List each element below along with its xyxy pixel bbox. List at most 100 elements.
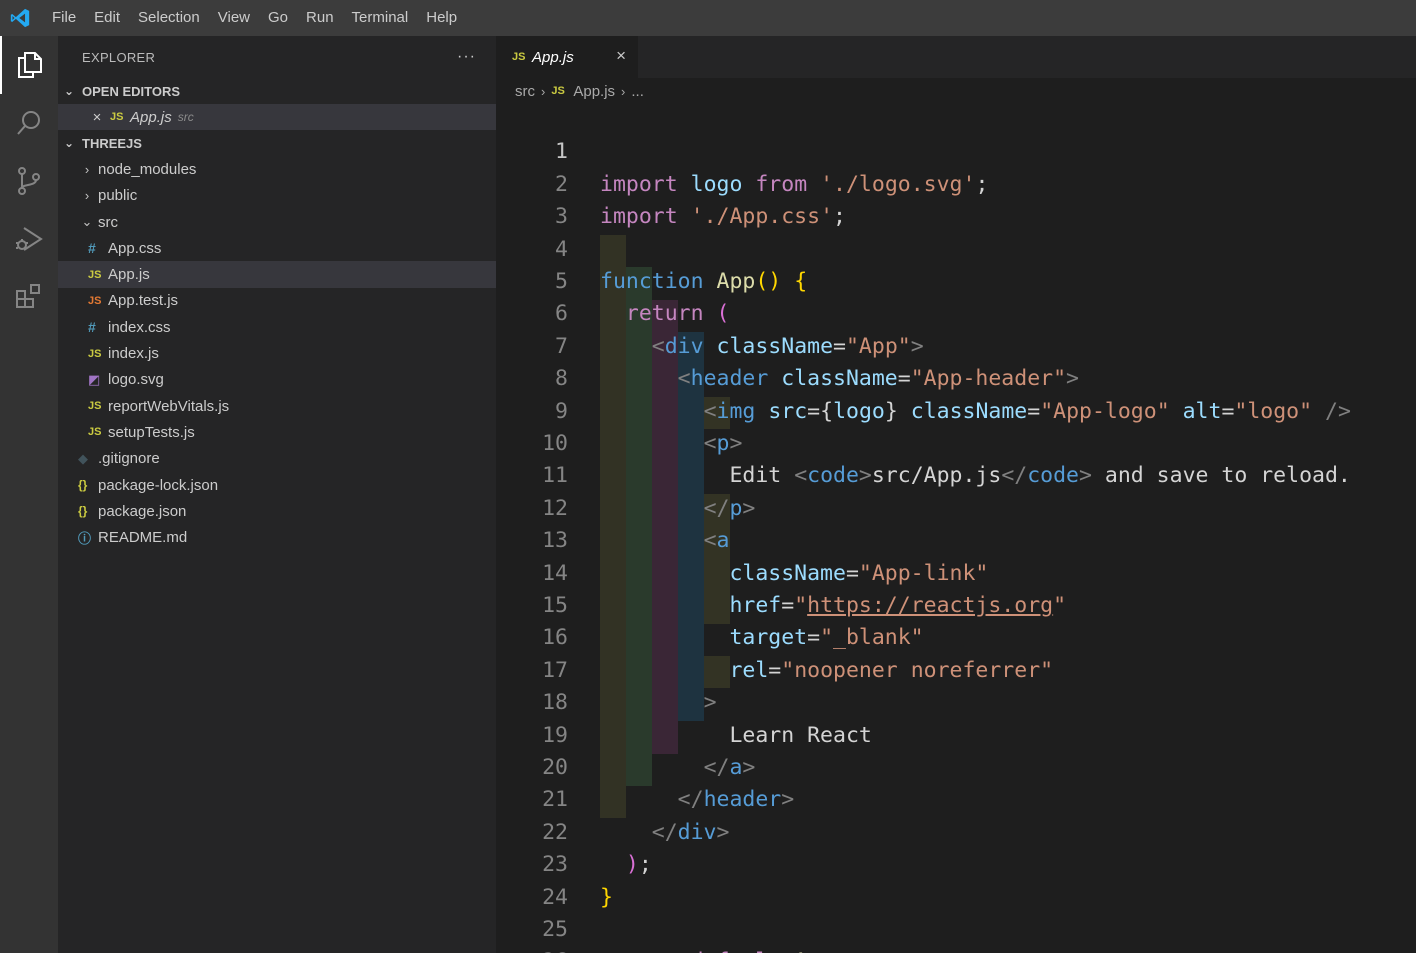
vscode-logo-icon xyxy=(0,0,40,36)
open-editor-item[interactable]: × JS App.js src xyxy=(58,104,496,131)
more-actions-icon[interactable]: ··· xyxy=(457,48,476,66)
tree-item-logo-svg[interactable]: ◩ logo.svg xyxy=(58,367,496,393)
close-icon[interactable]: × xyxy=(616,46,626,66)
tree-item-label: App.css xyxy=(108,239,162,257)
title-bar: File Edit Selection View Go Run Terminal… xyxy=(0,0,1416,36)
search-icon[interactable] xyxy=(0,94,58,152)
tree-item-gitignore[interactable]: ◆ .gitignore xyxy=(58,446,496,472)
tree-item-label: README.md xyxy=(98,529,188,547)
code-line: 22 ); xyxy=(496,784,1416,877)
tree-item-app-test-js[interactable]: JS App.test.js xyxy=(58,288,496,314)
tree-item-report-web-vitals[interactable]: JS reportWebVitals.js xyxy=(58,393,496,419)
json-file-icon: {} xyxy=(78,504,88,519)
menu-bar: File Edit Selection View Go Run Terminal… xyxy=(40,0,466,36)
tree-item-readme[interactable]: ⓘ README.md xyxy=(58,524,496,550)
chevron-right-icon: › xyxy=(84,161,90,177)
menu-view[interactable]: View xyxy=(209,0,259,36)
open-editor-filename: App.js xyxy=(130,108,172,126)
code-line: 8 <img src={logo} className="App-logo" a… xyxy=(496,331,1416,423)
breadcrumb-folder[interactable]: src xyxy=(515,83,535,100)
code-line: 9 <p> xyxy=(496,363,1416,456)
tree-item-label: package-lock.json xyxy=(98,476,219,494)
code-line: 6 <div className="App"> xyxy=(496,266,1416,358)
js-file-icon: JS xyxy=(88,400,102,413)
tree-item-index-js[interactable]: JS index.js xyxy=(58,340,496,366)
code-line: 15 target="_blank" xyxy=(496,558,1416,650)
breadcrumb-symbol[interactable]: ... xyxy=(631,83,644,100)
code-line: 10 Edit <code>src/App.js</code> and save… xyxy=(496,396,1416,488)
tree-item-label: index.css xyxy=(108,318,171,336)
tab-app-js[interactable]: JS App.js × xyxy=(496,36,638,78)
code-line: 19 </a> xyxy=(496,687,1416,780)
tab-label: App.js xyxy=(532,48,574,66)
close-icon[interactable]: × xyxy=(84,109,110,126)
tree-item-label: index.js xyxy=(108,345,159,363)
project-label: THREEJS xyxy=(82,135,142,151)
menu-go[interactable]: Go xyxy=(259,0,297,36)
tree-item-label: App.js xyxy=(108,266,150,284)
breadcrumb-separator: › xyxy=(621,83,626,99)
source-control-icon[interactable] xyxy=(0,152,58,210)
code-line: 4 function App() { xyxy=(496,201,1416,294)
project-section[interactable]: ⌄ THREEJS xyxy=(58,130,496,156)
code-line: 3 xyxy=(496,169,1416,229)
tree-item-package-lock[interactable]: {} package-lock.json xyxy=(58,472,496,498)
code-line: 7 <header className="App-header"> xyxy=(496,298,1416,391)
json-file-icon: {} xyxy=(78,478,88,492)
code-line: 24 xyxy=(496,849,1416,910)
code-line: 14 href="https://reactjs.org" xyxy=(496,525,1416,618)
explorer-sidebar: EXPLORER ··· ⌄ OPEN EDITORS × JS App.js … xyxy=(58,36,496,953)
menu-edit[interactable]: Edit xyxy=(85,0,129,36)
chevron-down-icon: ⌄ xyxy=(81,214,93,230)
menu-run[interactable]: Run xyxy=(297,0,343,36)
tree-item-app-css[interactable]: # App.css xyxy=(58,235,496,261)
tree-item-label: reportWebVitals.js xyxy=(108,397,230,415)
menu-terminal[interactable]: Terminal xyxy=(343,0,418,36)
tree-item-label: logo.svg xyxy=(108,371,164,389)
open-editors-label: OPEN EDITORS xyxy=(82,83,181,99)
code-line: 11 </p> xyxy=(496,428,1416,520)
run-debug-icon[interactable] xyxy=(0,210,58,268)
explorer-title: EXPLORER xyxy=(82,49,156,65)
tree-item-label: src xyxy=(98,213,118,231)
code-line: 16 rel="noopener noreferrer" xyxy=(496,590,1416,682)
tree-item-index-css[interactable]: # index.css xyxy=(58,314,496,340)
tree-item-label: .gitignore xyxy=(98,450,160,468)
explorer-header: EXPLORER ··· xyxy=(58,36,496,78)
code-line: 26 xyxy=(496,914,1416,953)
extensions-icon[interactable] xyxy=(0,268,58,326)
code-line: 17 > xyxy=(496,622,1416,715)
css-file-icon: # xyxy=(88,319,96,336)
test-file-icon: JS xyxy=(88,294,102,307)
css-file-icon: # xyxy=(88,240,96,257)
code-line: 23 } xyxy=(496,817,1416,909)
code-line: 1 import logo from './logo.svg'; xyxy=(496,104,1416,196)
line-number: 26 xyxy=(496,946,568,953)
tree-item-node-modules[interactable]: › node_modules xyxy=(58,156,496,182)
tree-item-app-js[interactable]: JS App.js xyxy=(58,261,496,288)
git-file-icon: ◆ xyxy=(78,450,88,466)
js-file-icon: JS xyxy=(551,85,565,97)
tree-item-label: package.json xyxy=(98,502,187,520)
tree-item-package-json[interactable]: {} package.json xyxy=(58,498,496,524)
menu-selection[interactable]: Selection xyxy=(129,0,209,36)
code-editor[interactable]: 1 import logo from './logo.svg'; 2 impor… xyxy=(496,104,1416,953)
breadcrumb-file[interactable]: App.js xyxy=(573,83,615,100)
tree-item-setup-tests[interactable]: JS setupTests.js xyxy=(58,419,496,445)
explorer-icon[interactable] xyxy=(0,36,58,94)
tree-item-public[interactable]: › public xyxy=(58,183,496,209)
tree-item-src[interactable]: ⌄ src xyxy=(58,209,496,235)
tree-item-label: node_modules xyxy=(98,160,197,178)
tree-item-label: setupTests.js xyxy=(108,423,195,441)
code-line: 18 Learn React xyxy=(496,655,1416,747)
js-file-icon: JS xyxy=(88,268,102,281)
open-editors-section[interactable]: ⌄ OPEN EDITORS xyxy=(58,78,496,104)
svg-file-icon: ◩ xyxy=(88,371,101,387)
menu-help[interactable]: Help xyxy=(417,0,466,36)
menu-file[interactable]: File xyxy=(40,0,85,36)
code-line: 5 return ( xyxy=(496,234,1416,326)
code-line: 12 <a xyxy=(496,460,1416,553)
activity-bar xyxy=(0,36,58,953)
breadcrumb: src › JS App.js › ... xyxy=(496,78,1416,104)
tab-bar: JS App.js × xyxy=(496,36,1416,78)
